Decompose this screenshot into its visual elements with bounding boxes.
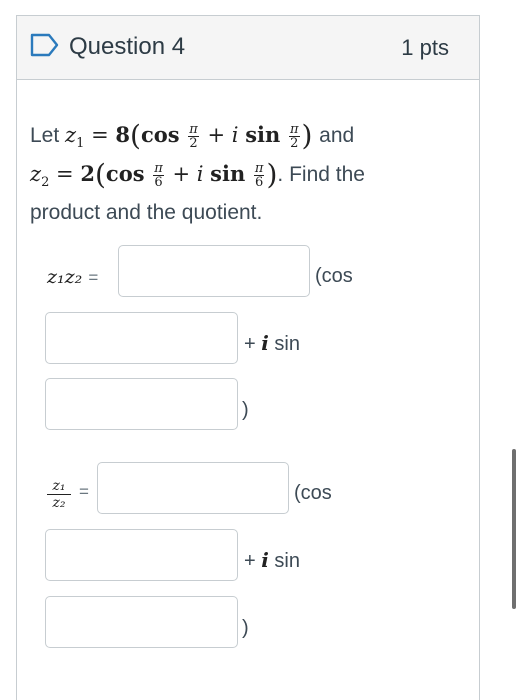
question-title: Question 4 — [69, 33, 186, 60]
flag-question-icon[interactable] — [30, 33, 60, 57]
z1-expression: z1 = 8(cos π2 + i sin π 2) — [65, 119, 313, 152]
z2-expression: z2 = 2(cos π6 + i sin π 6) — [30, 158, 278, 191]
prompt-line-1: Let z1 = 8(cos π2 + i sin π 2) and — [30, 120, 354, 159]
let-word: Let — [30, 124, 60, 147]
prompt-line-2: z2 = 2(cos π6 + i sin π 6). Find the — [30, 159, 365, 198]
quotient-close-paren: ) — [242, 617, 249, 639]
product-lhs: z₁z₂ = — [47, 266, 99, 288]
product-modulus-input[interactable] — [118, 245, 310, 297]
product-sin-argument-input[interactable] — [45, 378, 238, 430]
product-isin-label: + i sin — [244, 331, 300, 355]
quotient-cos-argument-input[interactable] — [45, 529, 238, 581]
quotient-lhs: z₁ z₂ — [47, 478, 71, 511]
quotient-equals: = — [79, 482, 89, 501]
product-cos-argument-input[interactable] — [45, 312, 238, 364]
product-cos-label: (cos — [315, 265, 353, 287]
find-text: . Find the — [277, 163, 365, 186]
quotient-modulus-input[interactable] — [97, 462, 289, 514]
quotient-sin-argument-input[interactable] — [45, 596, 238, 648]
question-header: Question 4 1 pts — [17, 16, 479, 80]
prompt-line-3: product and the quotient. — [30, 201, 263, 224]
quotient-isin-label: + i sin — [244, 548, 300, 572]
vertical-scrollbar[interactable] — [512, 449, 516, 609]
product-close-paren: ) — [242, 399, 249, 421]
and-word: and — [319, 124, 355, 147]
question-points: 1 pts — [401, 35, 449, 60]
quotient-cos-label: (cos — [294, 482, 332, 504]
